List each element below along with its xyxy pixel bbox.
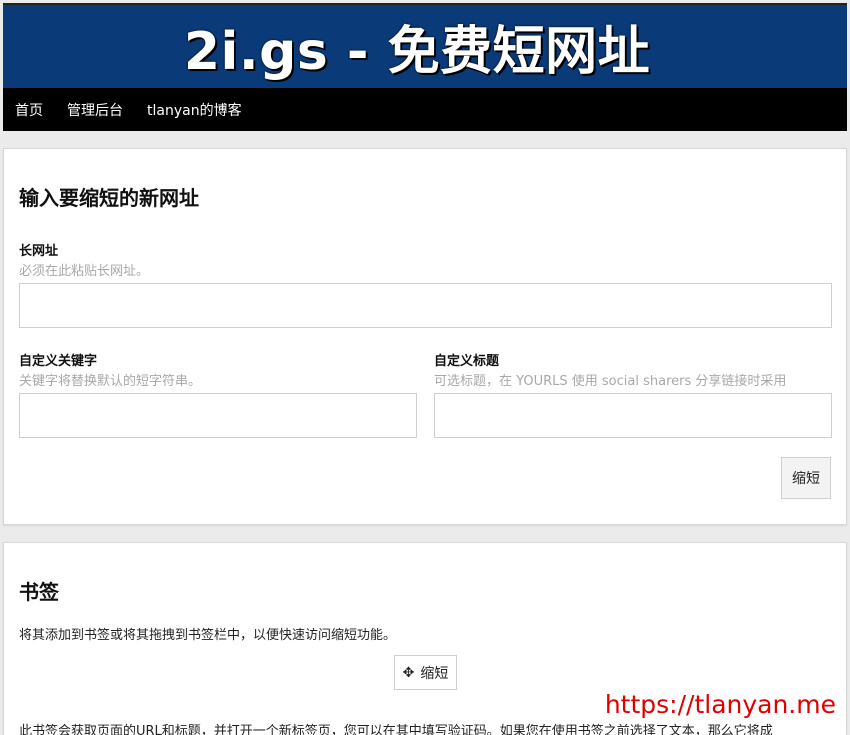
bookmark-heading: 书签 xyxy=(19,580,59,604)
move-icon: ✥ xyxy=(402,664,415,681)
site-header: 2i.gs - 免费短网址 首页 管理后台 tlanyan的博客 xyxy=(3,3,847,131)
bookmarklet-button[interactable]: ✥ 缩短 xyxy=(394,655,457,690)
banner: 2i.gs - 免费短网址 xyxy=(3,3,847,88)
bookmark-note: 此书签会获取页面的URL和标题，并打开一个新标签页，您可以在其中填写验证码。如果… xyxy=(19,724,773,735)
bookmarklet-label: 缩短 xyxy=(420,665,449,682)
watermark: https://tlanyan.me xyxy=(602,690,838,719)
title-help: 可选标题，在 YOURLS 使用 social sharers 分享链接时采用 xyxy=(434,374,787,389)
site-title[interactable]: 2i.gs - 免费短网址 xyxy=(184,9,650,84)
keyword-help: 关键字将替换默认的短字符串。 xyxy=(19,374,202,389)
page: 2i.gs - 免费短网址 首页 管理后台 tlanyan的博客 输入要缩短的新… xyxy=(3,3,847,735)
nav-link-admin[interactable]: 管理后台 xyxy=(67,100,123,120)
bookmark-description: 将其添加到书签或将其拖拽到书签栏中，以便快速访问缩短功能。 xyxy=(19,628,397,643)
title-input[interactable] xyxy=(434,393,832,438)
keyword-label: 自定义关键字 xyxy=(19,354,98,369)
title-label: 自定义标题 xyxy=(434,354,500,369)
shorten-button[interactable]: 缩短 xyxy=(781,457,831,499)
long-url-help: 必须在此粘贴长网址。 xyxy=(19,264,150,279)
long-url-input[interactable] xyxy=(19,283,832,328)
shorten-form-card: 输入要缩短的新网址 长网址 必须在此粘贴长网址。 自定义关键字 关键字将替换默认… xyxy=(3,148,847,525)
nav-link-blog[interactable]: tlanyan的博客 xyxy=(147,100,242,120)
main-nav: 首页 管理后台 tlanyan的博客 xyxy=(3,88,847,131)
long-url-label: 长网址 xyxy=(19,244,59,259)
keyword-input[interactable] xyxy=(19,393,417,438)
nav-link-home[interactable]: 首页 xyxy=(15,100,43,120)
shorten-form-heading: 输入要缩短的新网址 xyxy=(19,186,199,210)
